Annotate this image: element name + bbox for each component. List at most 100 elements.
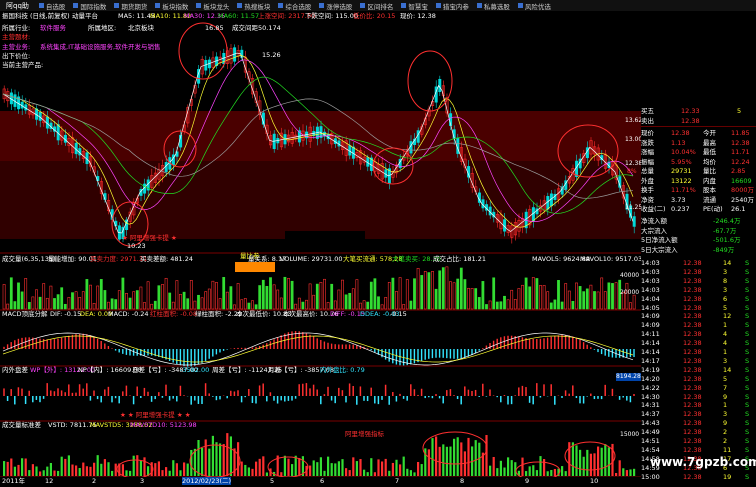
vstd-bar xyxy=(107,462,110,476)
vstd-bar xyxy=(240,461,243,476)
volume-bar xyxy=(369,281,373,310)
menu-item-sector-leader[interactable]: 板块龙头 xyxy=(192,1,233,11)
volume-bar xyxy=(398,277,402,310)
inout-title: 内外盘差 xyxy=(2,366,28,374)
volume-bar xyxy=(261,279,265,310)
vstd-bar xyxy=(21,458,24,476)
menu-item-stock-select[interactable]: 综合选股 xyxy=(274,1,315,11)
low-price-ratio: 低价比: 20.15 xyxy=(353,12,396,20)
vstd-bar xyxy=(67,455,70,476)
volume-bar xyxy=(20,291,24,310)
vstd-bar xyxy=(550,470,553,476)
menu-item-watchlist[interactable]: 自选股 xyxy=(35,1,70,11)
vstd-bar xyxy=(103,459,106,476)
volume-bar xyxy=(377,296,380,310)
buy-sell-diff: 买卖差额: 481.24 xyxy=(140,255,193,263)
vstd-bar xyxy=(49,462,52,476)
vstd-bar xyxy=(409,470,412,476)
volume-bar xyxy=(200,297,204,310)
volume-bar xyxy=(431,271,434,310)
vstd-bar xyxy=(6,461,9,476)
volume-bar xyxy=(150,303,154,310)
volume-bar xyxy=(35,289,38,310)
vstd-bar xyxy=(204,439,207,476)
vstd-bar xyxy=(510,460,513,476)
quote-row: 涨幅 10.04% 最低 11.71 xyxy=(641,148,750,156)
x-tick: 9 xyxy=(525,477,530,485)
vstd-bar xyxy=(229,436,232,476)
menu-item-intl-index[interactable]: 国际指数 xyxy=(69,1,110,11)
vstd-bar xyxy=(28,470,31,476)
x-tick: 2 xyxy=(92,477,97,485)
tick-row: 14:14 12.38 4 S xyxy=(641,339,750,348)
volume-bar xyxy=(427,272,431,310)
vstd-bar xyxy=(359,459,362,476)
vstd-bar xyxy=(262,456,265,476)
volume-bar xyxy=(557,280,560,310)
main-business-label: 主营题材: xyxy=(2,33,31,41)
volume-bar xyxy=(560,301,564,310)
filter-icon xyxy=(278,3,284,8)
vstd-bar xyxy=(247,467,250,476)
vstd-bar xyxy=(528,466,531,476)
watermark-text: www.7gpzb.com xyxy=(650,455,756,469)
quote-row: 涨跌 1.13 最高 12.38 xyxy=(641,138,750,147)
menu-item-range-rank[interactable]: 区间排名 xyxy=(356,1,397,11)
vstd-bar xyxy=(10,458,13,476)
volume-bar xyxy=(215,282,218,310)
vstd-bar xyxy=(172,460,175,476)
vstd-bar xyxy=(121,464,124,476)
volume-bar xyxy=(114,299,118,310)
menu-item-limit-up[interactable]: 涨停选股 xyxy=(315,1,356,11)
menu-item-futures[interactable]: 期货期货 xyxy=(110,1,151,11)
ma60-value: MA60: 11.57 xyxy=(218,12,260,20)
volume-bar xyxy=(351,288,355,310)
quote-row: 净资 3.73 流通 2540万 xyxy=(641,195,755,204)
x-tick: 6 xyxy=(320,477,325,485)
buy-sell-force: 买卖力度: 2971.31 xyxy=(90,255,148,263)
volume-bar xyxy=(211,280,215,310)
vstd-bar xyxy=(283,455,286,476)
vstd-bar xyxy=(561,466,564,476)
vstd-bar xyxy=(64,458,67,476)
volume-bar xyxy=(492,277,496,310)
menu-item-private[interactable]: 私募选股 xyxy=(473,1,514,11)
kline-chart-area[interactable] xyxy=(0,11,641,487)
volume-bar xyxy=(546,291,550,310)
vstd-bar xyxy=(183,462,186,476)
vstd-bar xyxy=(175,463,178,476)
volume-bar xyxy=(423,271,427,310)
volume-bar xyxy=(179,293,182,310)
menu-item-hot-sector[interactable]: 热搜板块 xyxy=(233,1,274,11)
volume-bar xyxy=(344,294,348,310)
volume-bar xyxy=(146,281,150,310)
volume-bar xyxy=(438,270,442,310)
volume-bar xyxy=(603,291,607,310)
vstd-bar xyxy=(157,461,160,476)
industry-value: 软件服务 xyxy=(40,24,66,32)
menu-item-sector-index[interactable]: 板块指数 xyxy=(151,1,192,11)
volume-bar xyxy=(276,289,280,310)
menu-item-insider[interactable]: 猎宝内参 xyxy=(432,1,473,11)
volume-bar xyxy=(315,283,319,310)
x-tick: 3 xyxy=(140,477,145,485)
volume-share: 成交占比: 181.21 xyxy=(433,255,486,263)
volume-bar xyxy=(233,304,236,310)
vstd-bar xyxy=(323,470,326,476)
volume-bar xyxy=(535,278,539,310)
volume-bar xyxy=(63,303,67,310)
vstd-bar xyxy=(579,449,582,476)
volume-bar xyxy=(96,285,100,310)
volume-bar xyxy=(265,286,269,310)
volume-bar xyxy=(78,297,82,310)
vstd-bar xyxy=(467,437,470,476)
volume-bar xyxy=(143,302,146,310)
vstd-bar xyxy=(298,458,301,476)
tick-row: 14:54 12.38 11 S xyxy=(641,445,750,454)
menu-item-risk[interactable]: 风险优选 xyxy=(514,1,555,11)
volume-bar xyxy=(467,287,470,310)
macd-dif: DIF: -0.15 xyxy=(50,310,82,318)
volume-bar xyxy=(384,297,388,310)
menu-item-smart[interactable]: 智慧宝 xyxy=(397,1,432,11)
x-tick: 12 xyxy=(45,477,54,485)
